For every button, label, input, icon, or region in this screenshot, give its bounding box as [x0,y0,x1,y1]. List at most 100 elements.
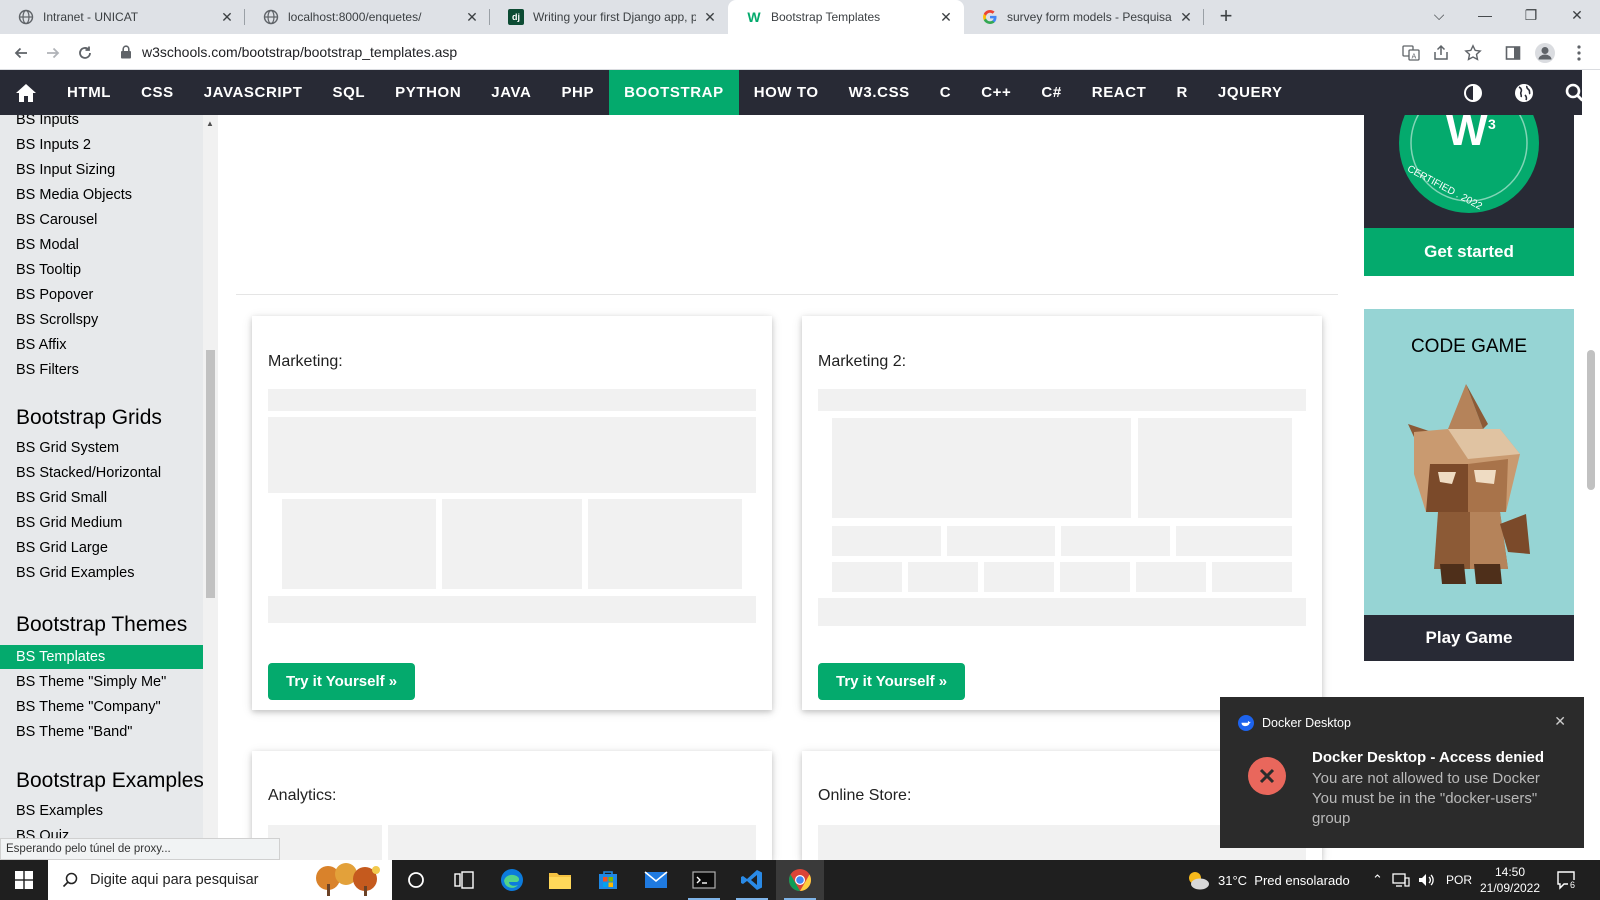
close-icon[interactable]: ✕ [219,9,235,25]
nav-c[interactable]: C [925,70,966,115]
restore-button[interactable]: ❐ [1508,0,1554,30]
sidebar-link[interactable]: BS Theme "Company" [0,695,203,719]
taskbar-clock[interactable]: 14:50 21/09/2022 [1476,864,1544,896]
browser-tab[interactable]: Intranet - UNICAT ✕ [0,0,245,34]
nav-css[interactable]: CSS [126,70,189,115]
tab-search-chevron-icon[interactable]: ⌵ [1416,0,1462,30]
docker-notification-toast[interactable]: Docker Desktop ✕ Docker Desktop - Access… [1220,697,1584,848]
home-icon[interactable] [0,70,52,115]
nav-r[interactable]: R [1161,70,1202,115]
language-indicator[interactable]: POR [1446,860,1472,900]
close-icon[interactable]: ✕ [938,9,954,25]
vscode-icon[interactable] [728,860,776,900]
share-icon[interactable] [1430,42,1452,64]
star-icon[interactable] [1462,42,1484,64]
sidebar-link[interactable]: BS Tooltip [0,258,203,282]
dark-mode-icon[interactable] [1447,70,1498,115]
sidebar-link[interactable]: BS Inputs 2 [0,133,203,157]
sidebar-link[interactable]: BS Affix [0,333,203,357]
sidebar-link[interactable]: BS Popover [0,283,203,307]
close-window-button[interactable]: ✕ [1554,0,1600,30]
minimize-button[interactable]: — [1462,0,1508,30]
terminal-icon[interactable] [680,860,728,900]
forward-button[interactable] [40,40,66,66]
nav-html[interactable]: HTML [52,70,126,115]
get-started-button[interactable]: Get started [1364,228,1574,276]
sidebar-link[interactable]: BS Stacked/Horizontal [0,461,203,485]
sidebar-link[interactable]: BS Inputs [0,115,203,132]
address-bar[interactable]: w3schools.com/bootstrap/bootstrap_templa… [110,37,1370,67]
notifications-icon[interactable]: 6 [1556,860,1578,900]
nav-sql[interactable]: SQL [318,70,381,115]
edge-icon[interactable] [488,860,536,900]
nav-react[interactable]: REACT [1077,70,1162,115]
sidebar-link[interactable]: BS Input Sizing [0,158,203,182]
scrollbar-thumb[interactable] [206,350,215,598]
sidebar-link[interactable]: BS Scrollspy [0,308,203,332]
browser-tab[interactable]: localhost:8000/enquetes/ ✕ [245,0,490,34]
task-view-icon[interactable] [440,860,488,900]
reload-button[interactable] [72,40,98,66]
profile-avatar-icon[interactable] [1534,42,1556,64]
nav-csharp[interactable]: C# [1026,70,1076,115]
volume-icon[interactable] [1418,860,1436,900]
sidebar-link[interactable]: BS Grid System [0,436,203,460]
microsoft-store-icon[interactable] [584,860,632,900]
show-hidden-icons-chevron-icon[interactable]: ⌃ [1372,860,1383,900]
sidebar-link[interactable]: BS Grid Medium [0,511,203,535]
nav-w3css[interactable]: W3.CSS [834,70,925,115]
sidebar-link[interactable]: BS Carousel [0,208,203,232]
globe-icon[interactable] [1498,70,1549,115]
sidebar-link[interactable]: BS Examples [0,799,203,823]
network-icon[interactable] [1392,860,1410,900]
template-thumbnail-cell [1060,562,1130,592]
sidebar-link[interactable]: BS Theme "Band" [0,720,203,744]
scroll-up-arrow-icon[interactable]: ▲ [206,119,214,128]
template-thumbnail-footer [818,598,1306,626]
weather-widget[interactable]: 31°C Pred ensolarado [1186,860,1350,900]
sidebar-scrollbar[interactable]: ▲ [203,115,218,840]
nav-java[interactable]: JAVA [476,70,546,115]
close-icon[interactable]: ✕ [1554,713,1566,730]
side-panel-icon[interactable] [1502,42,1524,64]
file-explorer-icon[interactable] [536,860,584,900]
sidebar-link[interactable]: BS Media Objects [0,183,203,207]
browser-menu-icon[interactable] [1568,42,1590,64]
close-icon[interactable]: ✕ [1178,9,1194,25]
cortana-icon[interactable] [392,860,440,900]
browser-tab[interactable]: dj Writing your first Django app, pa ✕ [490,0,728,34]
sidebar-link[interactable]: BS Grid Large [0,536,203,560]
toast-body: You are not allowed to use Docker You mu… [1312,769,1572,829]
sidebar-link[interactable]: BS Modal [0,233,203,257]
clock-date: 21/09/2022 [1479,881,1541,895]
nav-php[interactable]: PHP [546,70,609,115]
new-tab-button[interactable]: + [1214,5,1238,29]
sidebar-link[interactable]: BS Grid Small [0,486,203,510]
sidebar-link[interactable]: BS Filters [0,358,203,382]
mail-icon[interactable] [632,860,680,900]
sidebar-link[interactable]: BS Grid Examples [0,561,203,585]
sidebar-link-active[interactable]: BS Templates [0,645,203,669]
browser-tab[interactable]: survey form models - Pesquisa G ✕ [964,0,1204,34]
taskbar-search-box[interactable]: Digite aqui para pesquisar [48,860,392,900]
browser-tab-active[interactable]: W Bootstrap Templates ✕ [728,0,964,34]
nav-bootstrap[interactable]: BOOTSTRAP [609,70,739,115]
try-it-yourself-button[interactable]: Try it Yourself » [818,663,966,700]
nav-python[interactable]: PYTHON [380,70,476,115]
close-icon[interactable]: ✕ [464,9,480,25]
back-button[interactable] [8,40,34,66]
sidebar-link[interactable]: BS Theme "Simply Me" [0,670,203,694]
translate-icon[interactable]: A [1400,42,1422,64]
nav-javascript[interactable]: JAVASCRIPT [189,70,318,115]
windows-start-icon[interactable] [0,860,48,900]
try-it-yourself-button[interactable]: Try it Yourself » [268,663,416,700]
page-scrollbar[interactable] [1582,70,1600,856]
nav-cpp[interactable]: C++ [966,70,1026,115]
chrome-icon[interactable] [776,860,824,900]
template-card-marketing: Marketing: Try it Yourself » [252,316,772,710]
nav-jquery[interactable]: JQUERY [1203,70,1298,115]
scrollbar-thumb[interactable] [1587,350,1595,490]
play-game-button[interactable]: Play Game [1364,615,1574,661]
nav-howto[interactable]: HOW TO [739,70,834,115]
close-icon[interactable]: ✕ [702,9,718,25]
